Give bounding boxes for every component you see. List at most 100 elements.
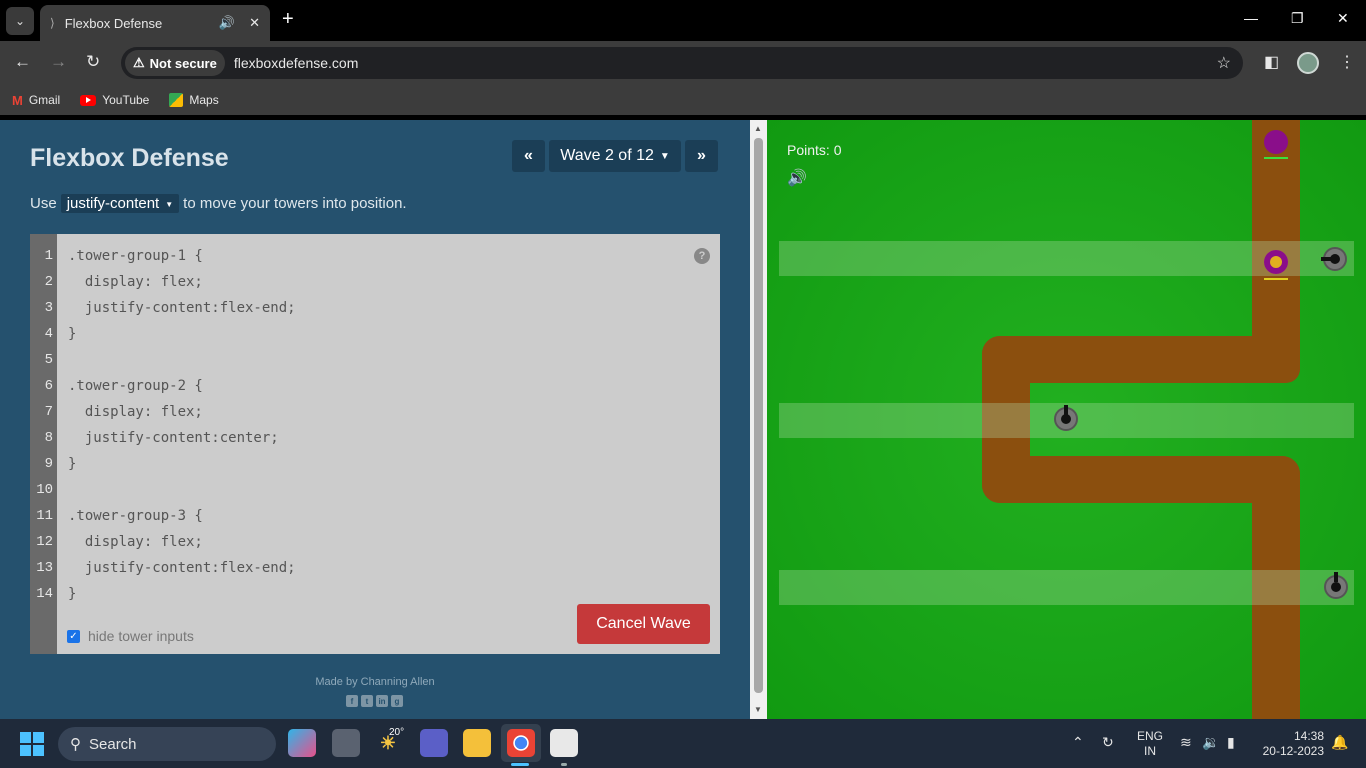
code-line: } (68, 326, 77, 342)
code-line[interactable]: justify-content:center; (68, 428, 720, 454)
hide-tower-inputs-label: hide tower inputs (88, 628, 194, 644)
speaker-icon[interactable]: 🔊 (219, 15, 235, 31)
tower-barrel (1334, 572, 1338, 582)
warning-icon: ⚠ (133, 55, 145, 70)
enemy-health-bar (1264, 157, 1288, 159)
line-number: 3 (44, 300, 53, 316)
restore-icon[interactable]: ❐ (1291, 10, 1304, 27)
scroll-thumb[interactable] (754, 138, 763, 693)
file-explorer-icon[interactable] (463, 729, 491, 757)
menu-icon[interactable]: ⋮ (1339, 52, 1355, 72)
notification-bell-icon[interactable]: 🔔 (1331, 734, 1348, 751)
teams-icon[interactable] (420, 729, 448, 757)
bookmark-label: YouTube (102, 93, 150, 107)
property-select[interactable]: justify-content ▼ (60, 194, 180, 213)
window-close-icon[interactable]: ✕ (1337, 10, 1349, 27)
hide-tower-inputs-toggle[interactable]: ✓ hide tower inputs (67, 628, 194, 644)
credits[interactable]: Made by Channing Allen (0, 676, 750, 688)
language-indicator[interactable]: ENG IN (1137, 729, 1163, 759)
back-icon[interactable]: ← (14, 52, 31, 72)
chevron-up-icon[interactable]: ⌃ (1072, 734, 1084, 751)
line-number: 7 (44, 404, 53, 420)
checkbox-checked-icon[interactable]: ✓ (67, 629, 80, 643)
search-label: Search (89, 735, 137, 753)
code-line[interactable]: justify-content:flex-end; (68, 298, 720, 324)
tower-group-3 (779, 570, 1354, 605)
reload-icon[interactable]: ↻ (86, 52, 100, 72)
running-indicator (561, 763, 567, 766)
property-label: justify-content (66, 195, 160, 212)
security-chip[interactable]: ⚠ Not secure (125, 50, 225, 76)
line-number: 1 (44, 248, 53, 264)
linkedin-icon[interactable]: in (376, 695, 388, 707)
address-bar[interactable]: ⚠ Not secure flexboxdefense.com ☆ (121, 47, 1243, 79)
snipping-tool-icon[interactable] (550, 729, 578, 757)
close-tab-icon[interactable]: ✕ (249, 15, 260, 31)
code-line: display: flex; (68, 404, 203, 420)
line-number: 6 (44, 378, 53, 394)
cancel-wave-button[interactable]: Cancel Wave (577, 604, 710, 644)
windows-taskbar: ⚲ Search ☀ 20° ⌃ ↻ ENG IN ≋ 🔉 ▮ 14:38 20… (0, 719, 1366, 768)
twitter-icon[interactable]: t (361, 695, 373, 707)
sync-icon[interactable]: ↻ (1102, 734, 1114, 751)
wifi-icon[interactable]: ≋ (1180, 734, 1192, 751)
forward-icon[interactable]: → (50, 52, 67, 72)
windows-start-icon[interactable] (20, 732, 44, 756)
code-area[interactable]: .tower-group-1 { display: flex; justify-… (57, 234, 720, 654)
line-number: 5 (44, 352, 53, 368)
scroll-up-icon[interactable]: ▲ (754, 124, 762, 133)
bookmarks-bar: M Gmail YouTube Maps (0, 85, 1366, 115)
minimize-icon[interactable]: — (1244, 10, 1258, 26)
url-text[interactable]: flexboxdefense.com (234, 55, 359, 71)
search-icon: ⚲ (70, 736, 81, 753)
bookmark-gmail[interactable]: M Gmail (12, 93, 60, 108)
scrollbar[interactable]: ▲ ▼ (750, 120, 767, 719)
previous-wave-button[interactable]: « (512, 140, 545, 172)
taskbar-search[interactable]: ⚲ Search (58, 727, 276, 761)
code-line: display: flex; (68, 534, 203, 550)
bookmark-star-icon[interactable]: ☆ (1217, 53, 1231, 73)
wave-select[interactable]: Wave 2 of 12 ▼ (549, 140, 681, 172)
github-icon[interactable]: g (391, 695, 403, 707)
bookmark-youtube[interactable]: YouTube (80, 93, 149, 107)
instruction-prefix: Use (30, 195, 57, 212)
line-number: 14 (36, 586, 53, 602)
new-tab-button[interactable]: + (282, 8, 294, 31)
volume-icon[interactable]: 🔉 (1202, 734, 1219, 751)
code-line: .tower-group-3 { (68, 508, 203, 524)
lang-line2: IN (1144, 744, 1156, 758)
page-content: Flexbox Defense « Wave 2 of 12 ▼ » Use j… (0, 120, 1366, 719)
tower-barrel (1321, 257, 1331, 261)
tab-bar: ⌄ ⟩ Flexbox Defense 🔊 ✕ + — ❐ ✕ (0, 0, 1366, 41)
gmail-icon: M (12, 92, 23, 108)
code-line[interactable]: justify-content:flex-end; (68, 558, 720, 584)
css-editor[interactable]: 1 2 3 4 5 6 7 8 9 10 11 12 13 14 .tower-… (30, 234, 720, 654)
side-panel-icon[interactable]: ◧ (1264, 52, 1279, 72)
sound-icon[interactable]: 🔊 (787, 168, 807, 188)
points-counter: Points: 0 (787, 142, 842, 158)
profile-avatar[interactable] (1297, 52, 1319, 74)
scroll-down-icon[interactable]: ▼ (754, 705, 762, 714)
active-indicator (511, 763, 529, 766)
line-number: 12 (36, 534, 53, 550)
bookmark-maps[interactable]: Maps (169, 93, 219, 107)
battery-icon[interactable]: ▮ (1227, 734, 1235, 751)
next-wave-button[interactable]: » (685, 140, 718, 172)
help-icon[interactable]: ? (694, 248, 710, 264)
chrome-icon[interactable] (507, 729, 535, 757)
copilot-icon[interactable] (288, 729, 316, 757)
clock[interactable]: 14:38 20-12-2023 (1258, 729, 1324, 759)
line-number: 2 (44, 274, 53, 290)
tab-search-button[interactable]: ⌄ (6, 7, 34, 35)
caret-down-icon: ▼ (165, 199, 174, 209)
browser-tab[interactable]: ⟩ Flexbox Defense 🔊 ✕ (40, 5, 270, 41)
enemy (1264, 130, 1288, 154)
instruction-text: Use justify-content ▼ to move your towers… (30, 194, 407, 213)
instructions-panel: Flexbox Defense « Wave 2 of 12 ▼ » Use j… (0, 120, 750, 719)
line-number: 9 (44, 456, 53, 472)
weather-temp: 20° (389, 727, 405, 738)
task-view-icon[interactable] (332, 729, 360, 757)
maps-icon (169, 93, 184, 107)
facebook-icon[interactable]: f (346, 695, 358, 707)
